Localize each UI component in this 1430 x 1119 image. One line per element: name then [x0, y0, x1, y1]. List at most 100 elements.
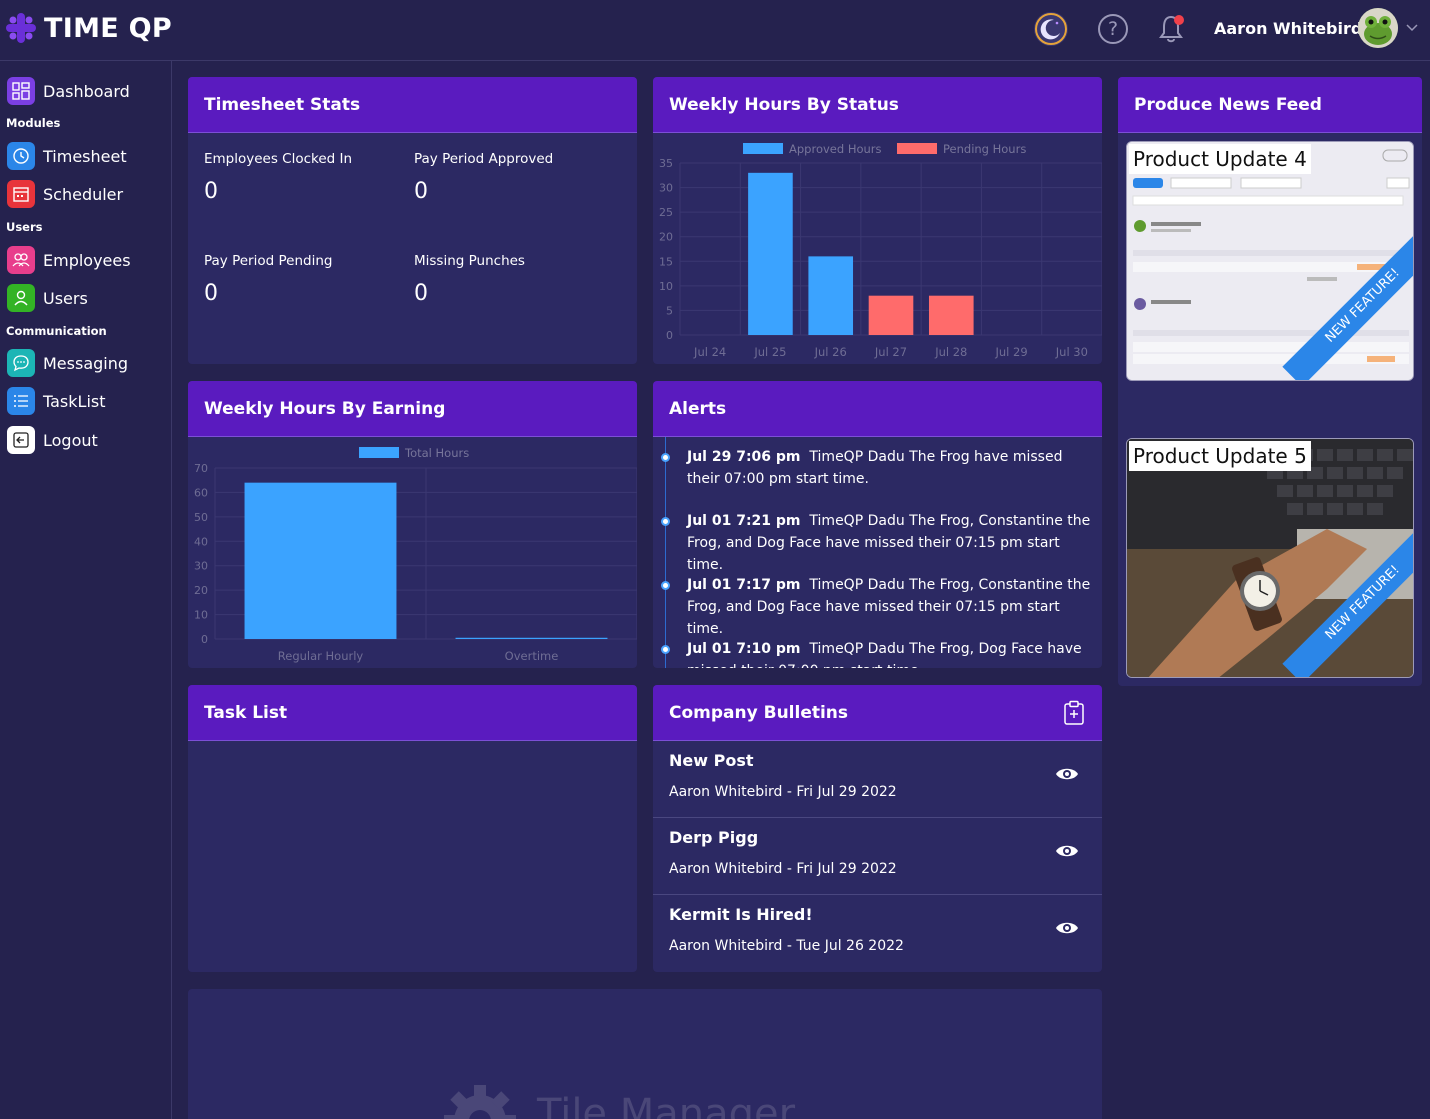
section-communication: Communication [6, 324, 107, 338]
tile-manager-label: Tile Manager [537, 1091, 796, 1119]
app-logo[interactable]: TIME QP [4, 11, 172, 45]
eye-icon[interactable] [1055, 920, 1079, 936]
dashboard-icon [7, 77, 35, 105]
task-list-card: Task List [188, 685, 637, 972]
news-feed-card: Produce News Feed Product Update 4 NEW F… [1118, 77, 1422, 686]
y-tick-label: 40 [194, 535, 208, 548]
section-users: Users [6, 220, 43, 234]
timeline-dot [661, 453, 670, 462]
y-tick-label: 5 [666, 304, 673, 317]
timeline-dot [661, 645, 670, 654]
bulletin-meta: Aaron Whitebird - Fri Jul 29 2022 [669, 784, 897, 800]
card-header: Company Bulletins [653, 685, 1102, 741]
card-title: Company Bulletins [669, 702, 849, 723]
sidebar: Dashboard Modules Timesheet Scheduler Us… [0, 61, 172, 1119]
card-title: Weekly Hours By Status [653, 77, 1102, 133]
stat-employees-clocked-in: Employees Clocked In 0 [204, 151, 352, 204]
stat-value: 0 [414, 281, 428, 306]
bulletin-meta: Aaron Whitebird - Fri Jul 29 2022 [669, 861, 897, 877]
y-tick-label: 10 [659, 280, 673, 293]
sidebar-item-messaging[interactable]: Messaging [7, 349, 128, 377]
product-screenshot-image [1127, 142, 1413, 380]
user-icon [7, 284, 35, 312]
bulletin-item[interactable]: New Post Aaron Whitebird - Fri Jul 29 20… [653, 741, 1102, 818]
employees-icon [7, 246, 35, 274]
y-tick-label: 35 [659, 157, 673, 170]
avatar[interactable] [1358, 8, 1398, 48]
legend-swatch [743, 143, 783, 154]
weekly-status-chart: Approved Hours Pending Hours 0 5 10 15 20 25 30 3… [659, 142, 1102, 359]
chevron-down-icon[interactable] [1406, 21, 1418, 33]
clock-icon [7, 142, 35, 170]
y-tick-label: 20 [194, 584, 208, 597]
y-tick-label: 20 [659, 231, 673, 244]
stat-value: 0 [414, 179, 428, 204]
frog-avatar-image [1358, 8, 1398, 48]
eye-icon[interactable] [1055, 843, 1079, 859]
sidebar-item-label: Dashboard [43, 81, 130, 101]
alert-item[interactable]: Jul 29 7:06 pm TimeQP Dadu The Frog have… [687, 446, 1097, 490]
x-tick-label: Jul 27 [874, 345, 907, 359]
stat-label: Employees Clocked In [204, 151, 353, 167]
timeline-line [665, 437, 666, 668]
logout-icon [7, 426, 35, 454]
app-name: TIME QP [44, 12, 173, 44]
alert-item[interactable]: Jul 01 7:21 pm TimeQP Dadu The Frog, Con… [687, 510, 1097, 576]
logo-icon [6, 13, 36, 43]
news-item-title: Product Update 4 [1129, 144, 1311, 174]
x-tick-label: Jul 26 [814, 345, 847, 359]
sidebar-item-label: Scheduler [43, 184, 124, 204]
bulletin-title: Kermit Is Hired! [669, 905, 813, 924]
section-modules: Modules [6, 116, 61, 130]
list-icon [7, 387, 35, 415]
sidebar-item-label: Logout [43, 430, 98, 450]
sidebar-item-dashboard[interactable]: Dashboard [7, 77, 130, 105]
alert-item[interactable]: Jul 01 7:17 pm TimeQP Dadu The Frog, Con… [687, 574, 1097, 640]
legend-label: Total Hours [404, 446, 469, 460]
chat-icon [7, 349, 35, 377]
add-bulletin-clipboard-icon[interactable] [1063, 700, 1085, 726]
stat-missing-punches: Missing Punches 0 [414, 253, 525, 306]
bulletin-meta: Aaron Whitebird - Tue Jul 26 2022 [669, 938, 904, 954]
y-tick-label: 70 [194, 462, 208, 475]
sidebar-item-scheduler[interactable]: Scheduler [7, 180, 123, 208]
y-tick-label: 0 [666, 329, 673, 342]
y-tick-label: 0 [201, 633, 208, 646]
sidebar-item-timesheet[interactable]: Timesheet [7, 142, 127, 170]
stat-value: 0 [204, 179, 218, 204]
laptop-watch-image [1127, 439, 1413, 677]
sidebar-item-logout[interactable]: Logout [7, 426, 98, 454]
sidebar-item-employees[interactable]: Employees [7, 246, 131, 274]
y-tick-label: 10 [194, 609, 208, 622]
help-icon[interactable]: ? [1098, 14, 1128, 44]
alert-time: Jul 01 7:10 pm [687, 641, 801, 657]
bar-approved-hours [808, 256, 854, 335]
bulletin-item[interactable]: Derp Pigg Aaron Whitebird - Fri Jul 29 2… [653, 818, 1102, 895]
moon-icon [1035, 13, 1067, 45]
bulletin-item[interactable]: Kermit Is Hired! Aaron Whitebird - Tue J… [653, 895, 1102, 972]
legend-label: Pending Hours [943, 142, 1026, 156]
card-title: Weekly Hours By Earning [188, 381, 637, 437]
stat-pay-period-approved: Pay Period Approved 0 [414, 151, 553, 204]
tile-manager-panel[interactable]: Tile Manager [188, 989, 1102, 1119]
alert-item[interactable]: Jul 01 7:10 pm TimeQP Dadu The Frog, Dog… [687, 638, 1097, 668]
stat-pay-period-pending: Pay Period Pending 0 [204, 253, 332, 306]
news-item[interactable]: Product Update 5 NEW FEATURE! [1126, 438, 1414, 678]
news-item[interactable]: Product Update 4 NEW FEATURE! [1126, 141, 1414, 381]
y-tick-label: 15 [659, 255, 673, 268]
stat-label: Missing Punches [414, 253, 525, 269]
theme-toggle-button[interactable] [1034, 12, 1068, 46]
sidebar-item-tasklist[interactable]: TaskList [7, 387, 106, 415]
eye-icon[interactable] [1055, 766, 1079, 782]
gear-icon [444, 1085, 516, 1119]
calendar-icon [7, 180, 35, 208]
bar-total-hours [455, 637, 608, 639]
y-tick-label: 25 [659, 206, 673, 219]
weekly-earning-card: Weekly Hours By Earning Total Hours 0 10 20… [188, 381, 637, 668]
x-tick-label: Overtime [505, 649, 559, 663]
news-item-title: Product Update 5 [1129, 441, 1311, 471]
user-name[interactable]: Aaron Whitebird [1214, 19, 1362, 38]
sidebar-item-users[interactable]: Users [7, 284, 88, 312]
notification-dot [1174, 15, 1184, 25]
alert-time: Jul 29 7:06 pm [687, 449, 801, 465]
